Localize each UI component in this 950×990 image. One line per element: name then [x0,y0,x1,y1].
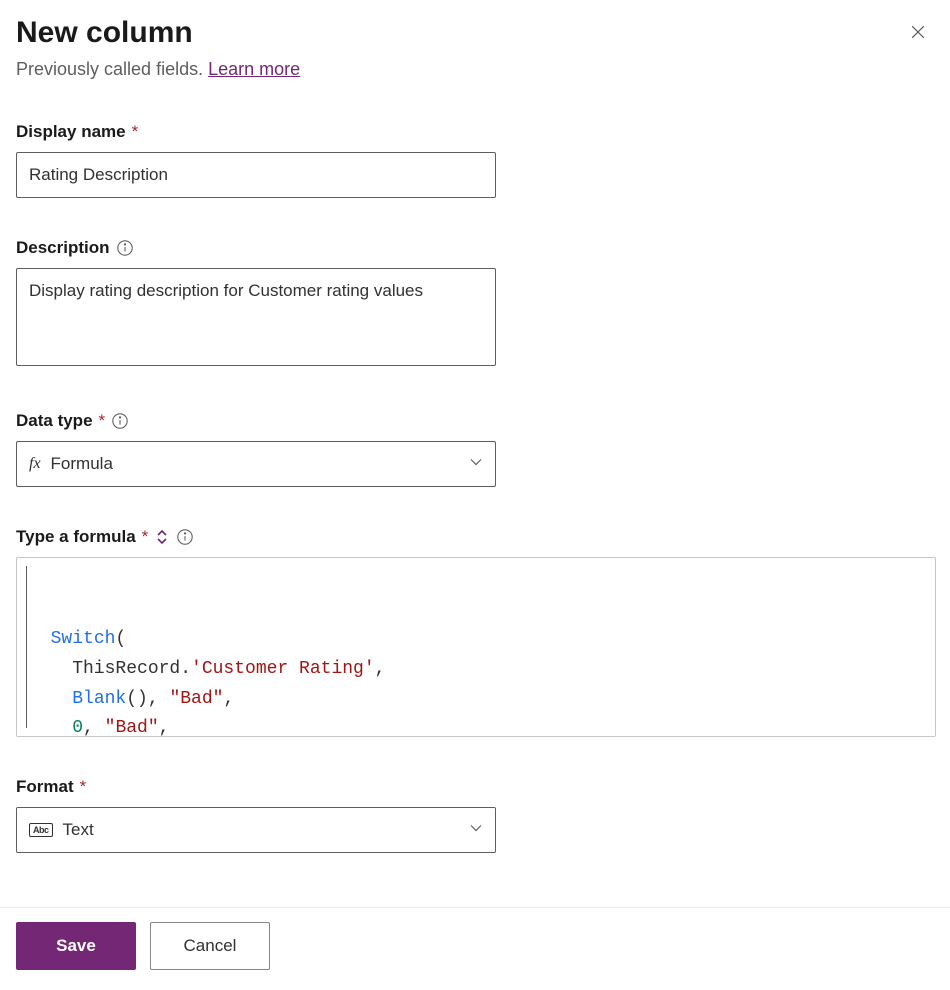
formula-group: Type a formula * Switch( ThisRecord.'Cus… [16,527,934,737]
info-icon[interactable] [111,412,129,430]
page-title: New column [16,16,193,50]
description-label-text: Description [16,238,110,258]
footer: Save Cancel [0,907,950,990]
display-name-label: Display name * [16,122,934,142]
save-button[interactable]: Save [16,922,136,970]
expand-icon[interactable] [154,529,170,545]
format-value: Text [63,820,94,840]
formula-icon: fx [29,455,41,473]
page-subtitle: Previously called fields. Learn more [16,59,934,80]
data-type-label-text: Data type [16,411,93,431]
display-name-input[interactable] [16,152,496,198]
description-input[interactable] [16,268,496,366]
close-button[interactable] [902,16,934,53]
cancel-button[interactable]: Cancel [150,922,270,970]
formula-label: Type a formula * [16,527,934,547]
required-indicator: * [142,527,149,547]
format-select[interactable]: Abc Text [16,807,496,853]
required-indicator: * [80,777,87,797]
text-icon: Abc [29,823,53,837]
required-indicator: * [132,122,139,142]
chevron-down-icon [469,820,483,840]
format-label-text: Format [16,777,74,797]
required-indicator: * [99,411,106,431]
display-name-label-text: Display name [16,122,126,142]
formula-label-text: Type a formula [16,527,136,547]
description-group: Description [16,238,934,371]
data-type-select[interactable]: fx Formula [16,441,496,487]
format-label: Format * [16,777,934,797]
data-type-group: Data type * fx Formula [16,411,934,487]
data-type-value: Formula [51,454,113,474]
chevron-down-icon [469,454,483,474]
cursor-indicator [26,566,27,728]
description-label: Description [16,238,934,258]
format-group: Format * Abc Text [16,777,934,853]
data-type-label: Data type * [16,411,934,431]
close-icon [908,22,928,42]
info-icon[interactable] [116,239,134,257]
display-name-group: Display name * [16,122,934,198]
info-icon[interactable] [176,528,194,546]
subtitle-text: Previously called fields. [16,59,208,79]
learn-more-link[interactable]: Learn more [208,59,300,79]
formula-editor[interactable]: Switch( ThisRecord.'Customer Rating', Bl… [16,557,936,737]
